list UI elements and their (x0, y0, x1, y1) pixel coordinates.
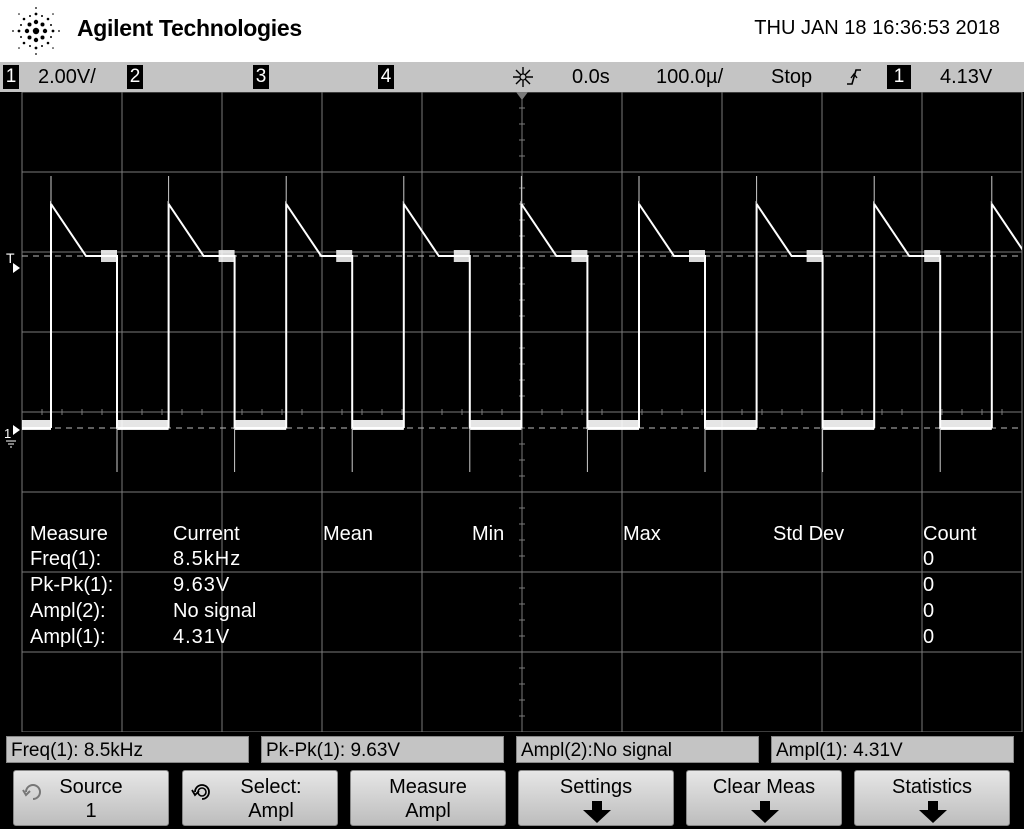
channel-1-waveform (22, 176, 1022, 472)
softkey-label: Source (59, 776, 123, 798)
channel-1-ground-label: 1 (4, 426, 11, 441)
measure-name: Ampl(2): (30, 600, 106, 622)
channel-4-indicator[interactable]: 4 (378, 65, 394, 89)
measurement-readout-bar: Freq(1): 8.5kHz Pk-Pk(1): 9.63V Ampl(2):… (0, 732, 1024, 766)
channel-3-indicator[interactable]: 3 (253, 65, 269, 89)
settings-softkey[interactable]: Settings (518, 770, 674, 826)
softkey-label: Clear Meas (712, 776, 816, 798)
measure-softkey[interactable]: Measure Ampl (350, 770, 506, 826)
header-current: Current (173, 523, 240, 545)
statistics-softkey[interactable]: Statistics (854, 770, 1010, 826)
channel-1-indicator[interactable]: 1 (3, 65, 19, 89)
measure-name: Pk-Pk(1): (30, 574, 114, 596)
readout-ampl-1: Ampl(1): 4.31V (771, 736, 1014, 763)
measure-current: 9.63V (173, 574, 231, 596)
ground-icon (6, 440, 16, 448)
clear-meas-softkey[interactable]: Clear Meas (686, 770, 842, 826)
measure-current: 8.5kHz (173, 548, 242, 570)
trigger-level: 4.13V (940, 66, 993, 88)
header-std-dev: Std Dev (773, 523, 845, 545)
down-arrow-icon (583, 801, 611, 823)
softkey-bar: Source 1 Select: Ampl Measure Ampl Setti… (0, 766, 1024, 829)
brand-name: Agilent Technologies (77, 15, 302, 41)
channel-1-scale: 2.00V/ (38, 66, 96, 88)
measure-current: No signal (173, 600, 257, 622)
measure-current: 4.31V (173, 626, 231, 648)
ground-arrow-icon (13, 425, 20, 435)
measure-count: 0 (923, 574, 935, 596)
run-state: Stop (771, 66, 813, 88)
readout-freq-1: Freq(1): 8.5kHz (6, 736, 249, 763)
down-arrow-icon (751, 801, 779, 823)
header-measure: Measure (30, 523, 108, 545)
softkey-label: Measure (389, 776, 467, 798)
softkey-value: Ampl (248, 800, 294, 822)
softkey-value: Ampl (405, 800, 451, 822)
measure-name: Freq(1): (30, 548, 102, 570)
softkey-label: Settings (559, 776, 633, 798)
softkey-label: Statistics (891, 776, 973, 798)
measure-count: 0 (923, 626, 935, 648)
header-count: Count (923, 523, 977, 545)
trigger-level-marker[interactable]: T (6, 250, 20, 273)
measure-name: Ampl(1): (30, 626, 106, 648)
header-mean: Mean (323, 523, 374, 545)
rising-edge-icon (847, 69, 861, 85)
channel-2-indicator[interactable]: 2 (127, 65, 143, 89)
channel-1-ground-marker[interactable]: 1 (4, 425, 20, 448)
down-arrow-icon (919, 801, 947, 823)
timebase-scale: 100.0µ/ (656, 66, 724, 88)
trigger-point-marker-icon (516, 92, 528, 100)
readout-pk-pk-1: Pk-Pk(1): 9.63V (261, 736, 504, 763)
softkey-label: Select: (240, 776, 302, 798)
trigger-delay: 0.0s (572, 66, 610, 88)
header-max: Max (623, 523, 661, 545)
measure-count: 0 (923, 600, 935, 622)
header-min: Min (472, 523, 505, 545)
measurement-table: Measure Current Mean Min Max Std Dev Cou… (0, 520, 1024, 650)
trigger-level-arrow-icon (13, 263, 20, 273)
measure-count: 0 (923, 548, 935, 570)
readout-ampl-2: Ampl(2):No signal (516, 736, 759, 763)
trigger-position-icon (513, 67, 533, 87)
title-bar: Agilent Technologies THU JAN 18 16:36:53… (0, 0, 1024, 62)
softkey-value: 1 (85, 800, 97, 822)
select-softkey[interactable]: Select: Ampl (182, 770, 338, 826)
date-time: THU JAN 18 16:36:53 2018 (754, 17, 1000, 39)
source-softkey[interactable]: Source 1 (13, 770, 169, 826)
status-bar: 1 2.00V/ 2 3 4 0.0s 100.0µ/ Stop 1 4.13V (0, 62, 1024, 92)
agilent-spark-logo-icon (12, 7, 60, 55)
trigger-channel-indicator[interactable]: 1 (887, 65, 911, 89)
